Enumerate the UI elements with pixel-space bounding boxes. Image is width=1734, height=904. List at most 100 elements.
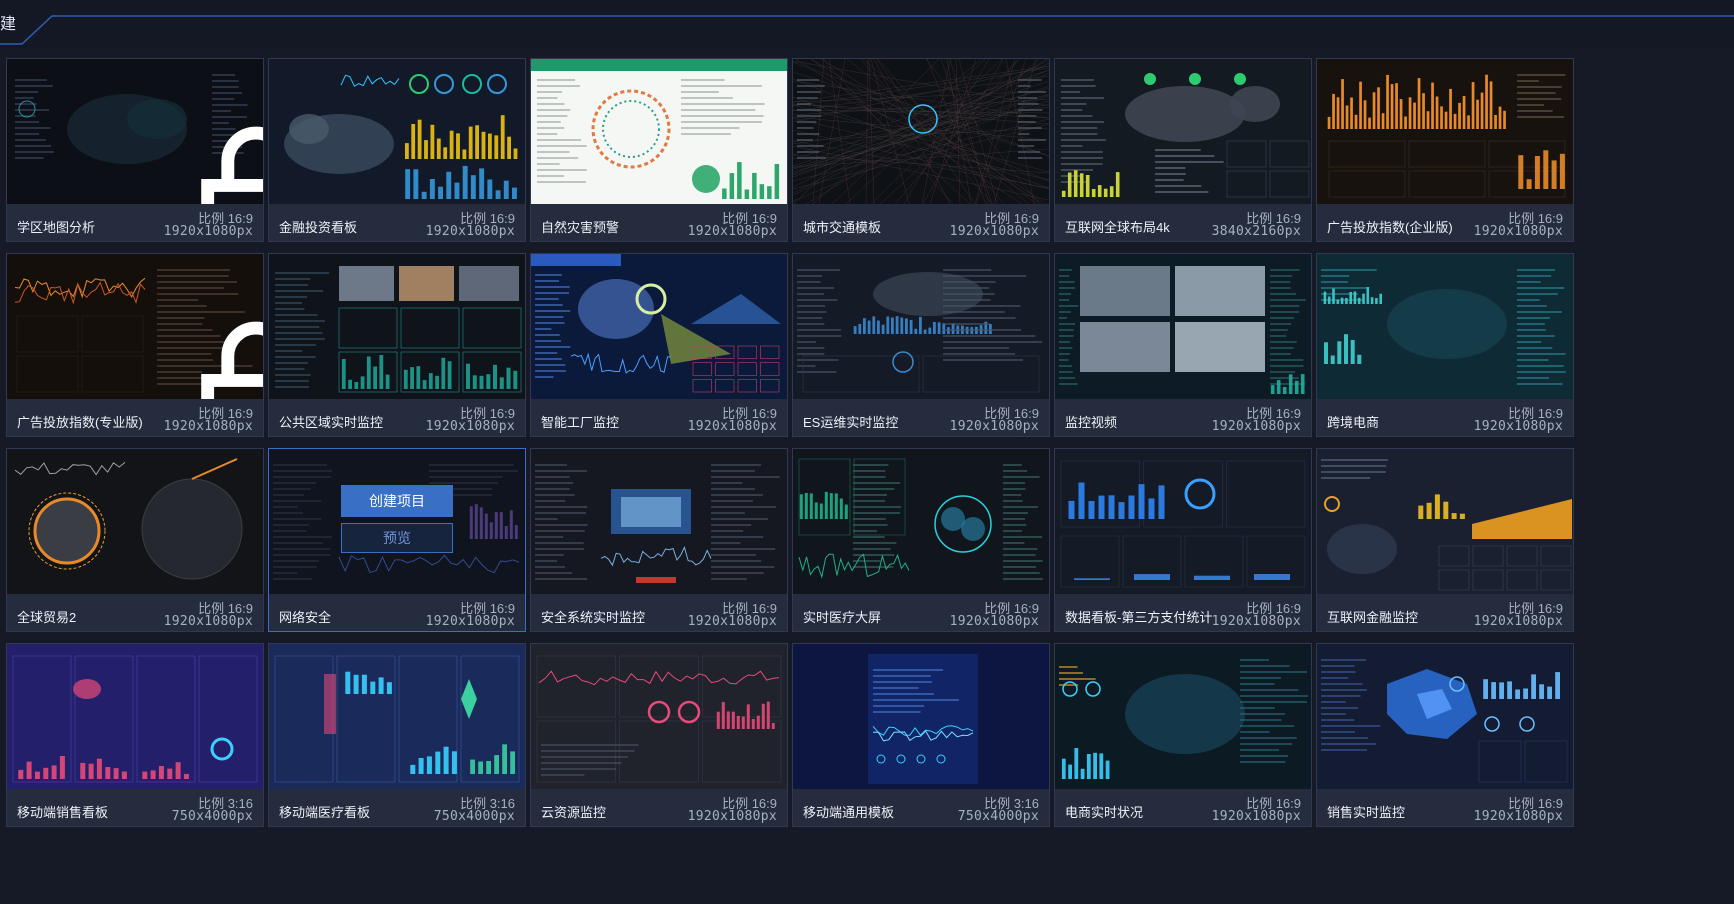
template-thumbnail[interactable] [793, 449, 1049, 594]
template-thumbnail[interactable] [7, 59, 263, 204]
template-thumbnail[interactable] [269, 59, 525, 204]
template-card[interactable]: 互联网全球布局4k 比例 16:9 3840x2160px [1054, 58, 1312, 242]
card-title: 数据看板-第三方支付统计 [1065, 610, 1213, 625]
card-caption: 移动端通用模板 比例 3:16 750x4000px [793, 789, 1049, 826]
thumbnail-preview-graphic [1317, 254, 1573, 399]
template-card[interactable]: 移动端医疗看板 比例 3:16 750x4000px [268, 643, 526, 827]
template-card[interactable]: 跨境电商 比例 16:9 1920x1080px [1316, 253, 1574, 437]
thumbnail-preview-graphic [1055, 644, 1311, 789]
card-caption: 移动端销售看板 比例 3:16 750x4000px [7, 789, 263, 826]
template-card[interactable]: 广告投放指数(企业版) 比例 16:9 1920x1080px [1316, 58, 1574, 242]
card-resolution: 1920x1080px [163, 419, 253, 434]
template-thumbnail[interactable] [793, 59, 1049, 204]
template-thumbnail[interactable] [1055, 449, 1311, 594]
template-thumbnail[interactable] [1055, 59, 1311, 204]
card-title: 实时医疗大屏 [803, 610, 882, 625]
template-card[interactable]: 全球贸易2 比例 16:9 1920x1080px [6, 448, 264, 632]
template-thumbnail[interactable]: 创建项目 预览 [269, 449, 525, 594]
template-card[interactable]: 金融投资看板 比例 16:9 1920x1080px [268, 58, 526, 242]
template-thumbnail[interactable] [531, 449, 787, 594]
template-card[interactable]: 城市交通模板 比例 16:9 1920x1080px [792, 58, 1050, 242]
thumbnail-preview-graphic [531, 59, 787, 204]
template-thumbnail[interactable] [531, 254, 787, 399]
card-title: 广告投放指数(企业版) [1327, 220, 1453, 235]
template-card[interactable]: 公共区域实时监控 比例 16:9 1920x1080px [268, 253, 526, 437]
thumbnail-preview-graphic [793, 254, 1049, 399]
template-card[interactable]: 销售实时监控 比例 16:9 1920x1080px [1316, 643, 1574, 827]
template-card[interactable]: 广告投放指数(专业版) 比例 16:9 1920x1080px [6, 253, 264, 437]
card-resolution: 1920x1080px [163, 224, 253, 239]
thumbnail-preview-graphic [7, 644, 263, 789]
card-resolution: 1920x1080px [163, 614, 253, 629]
template-thumbnail[interactable] [1317, 644, 1573, 789]
template-thumbnail[interactable] [7, 254, 263, 399]
card-caption: 电商实时状况 比例 16:9 1920x1080px [1055, 789, 1311, 826]
card-resolution: 1920x1080px [949, 224, 1039, 239]
card-caption: ES运维实时监控 比例 16:9 1920x1080px [793, 399, 1049, 436]
card-caption: 销售实时监控 比例 16:9 1920x1080px [1317, 789, 1573, 826]
header-frame [0, 0, 1734, 48]
card-resolution: 1920x1080px [1473, 809, 1563, 824]
template-card[interactable]: 安全系统实时监控 比例 16:9 1920x1080px [530, 448, 788, 632]
card-caption: 自然灾害预警 比例 16:9 1920x1080px [531, 204, 787, 241]
card-resolution: 1920x1080px [1211, 809, 1301, 824]
card-title: 公共区域实时监控 [279, 415, 384, 430]
template-card[interactable]: 实时医疗大屏 比例 16:9 1920x1080px [792, 448, 1050, 632]
preview-button[interactable]: 预览 [341, 523, 453, 553]
thumbnail-preview-graphic [269, 254, 525, 399]
template-card[interactable]: 创建项目 预览 网络安全 比例 16:9 1920x1080px [268, 448, 526, 632]
card-resolution: 1920x1080px [1211, 419, 1301, 434]
card-resolution: 1920x1080px [687, 419, 777, 434]
card-resolution: 1920x1080px [425, 614, 515, 629]
card-resolution: 1920x1080px [687, 224, 777, 239]
thumbnail-preview-graphic [1055, 254, 1311, 399]
template-thumbnail[interactable] [531, 644, 787, 789]
header-title-fragment: 建 [0, 14, 17, 33]
template-card[interactable]: 云资源监控 比例 16:9 1920x1080px [530, 643, 788, 827]
template-card[interactable]: 移动端销售看板 比例 3:16 750x4000px [6, 643, 264, 827]
template-thumbnail[interactable] [269, 644, 525, 789]
card-title: 互联网全球布局4k [1065, 220, 1170, 235]
template-thumbnail[interactable] [793, 644, 1049, 789]
template-card[interactable]: 数据看板-第三方支付统计 比例 16:9 1920x1080px [1054, 448, 1312, 632]
template-thumbnail[interactable] [1317, 59, 1573, 204]
template-thumbnail[interactable] [1317, 449, 1573, 594]
card-caption: 广告投放指数(专业版) 比例 16:9 1920x1080px [7, 399, 263, 436]
template-thumbnail[interactable] [7, 644, 263, 789]
hover-overlay: 创建项目 预览 [269, 449, 525, 594]
template-thumbnail[interactable] [7, 449, 263, 594]
card-resolution: 1920x1080px [1211, 614, 1301, 629]
create-project-button[interactable]: 创建项目 [341, 485, 453, 517]
card-title: 移动端销售看板 [17, 805, 109, 820]
template-card[interactable]: 自然灾害预警 比例 16:9 1920x1080px [530, 58, 788, 242]
template-thumbnail[interactable] [531, 59, 787, 204]
template-thumbnail[interactable] [1055, 644, 1311, 789]
card-caption: 监控视频 比例 16:9 1920x1080px [1055, 399, 1311, 436]
template-card[interactable]: 移动端通用模板 比例 3:16 750x4000px [792, 643, 1050, 827]
card-resolution: 3840x2160px [1211, 224, 1301, 239]
card-caption: 智能工厂监控 比例 16:9 1920x1080px [531, 399, 787, 436]
card-resolution: 1920x1080px [687, 809, 777, 824]
template-thumbnail[interactable] [1317, 254, 1573, 399]
card-resolution: 1920x1080px [1473, 224, 1563, 239]
thumbnail-preview-graphic [269, 644, 525, 789]
card-title: ES运维实时监控 [803, 415, 899, 430]
lock-icon [128, 316, 263, 399]
thumbnail-preview-graphic [1317, 644, 1573, 789]
card-title: 安全系统实时监控 [541, 610, 646, 625]
card-resolution: 750x4000px [433, 809, 515, 824]
template-card[interactable]: 学区地图分析 比例 16:9 1920x1080px [6, 58, 264, 242]
card-title: 全球贸易2 [17, 610, 77, 625]
thumbnail-preview-graphic [531, 254, 787, 399]
card-caption: 金融投资看板 比例 16:9 1920x1080px [269, 204, 525, 241]
template-card[interactable]: ES运维实时监控 比例 16:9 1920x1080px [792, 253, 1050, 437]
card-resolution: 1920x1080px [425, 224, 515, 239]
template-card[interactable]: 智能工厂监控 比例 16:9 1920x1080px [530, 253, 788, 437]
template-thumbnail[interactable] [269, 254, 525, 399]
template-card[interactable]: 电商实时状况 比例 16:9 1920x1080px [1054, 643, 1312, 827]
template-card[interactable]: 互联网金融监控 比例 16:9 1920x1080px [1316, 448, 1574, 632]
template-card[interactable]: 监控视频 比例 16:9 1920x1080px [1054, 253, 1312, 437]
template-thumbnail[interactable] [793, 254, 1049, 399]
thumbnail-preview-graphic [1317, 449, 1573, 594]
template-thumbnail[interactable] [1055, 254, 1311, 399]
